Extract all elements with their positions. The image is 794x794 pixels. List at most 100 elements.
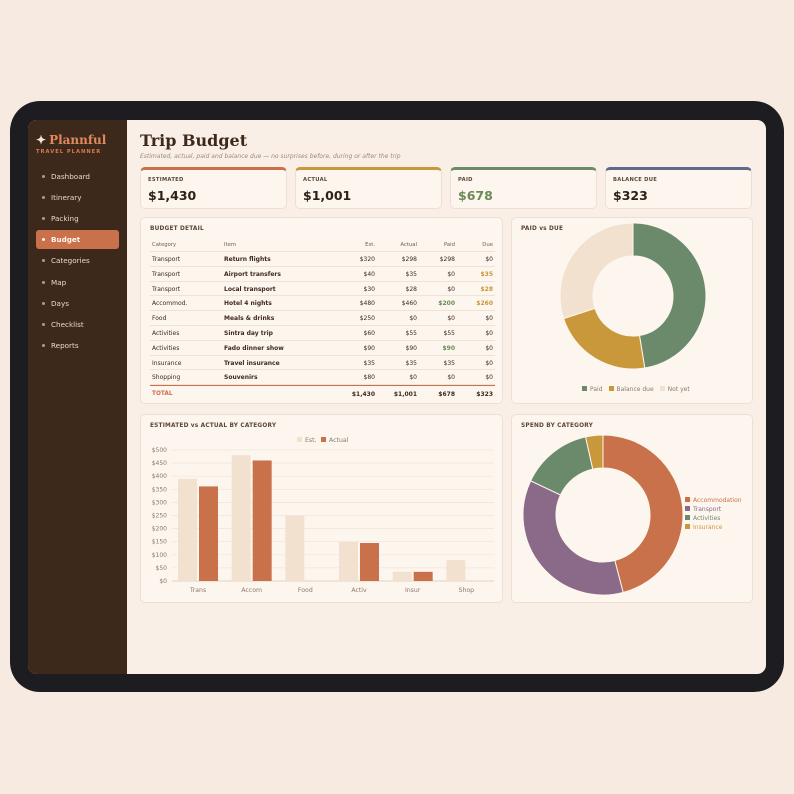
bar-est-trans[interactable]: [178, 478, 197, 581]
total-label: TOTAL: [152, 391, 173, 398]
legend-item: Paid: [582, 386, 603, 393]
table-row[interactable]: Food Meals & drinks $250 $0 $0 $0: [150, 311, 495, 326]
total-est: $1,430: [351, 391, 375, 399]
legend-swatch: [608, 386, 614, 391]
slice-paid[interactable]: [632, 222, 707, 369]
nav-item-categories[interactable]: Categories: [36, 251, 119, 270]
est-vs-actual-card: ESTIMATED vs ACTUAL BY CATEGORY $0 $50 $10…: [140, 414, 503, 603]
nav-item-map[interactable]: Map: [36, 273, 119, 292]
bar-actual-trans[interactable]: [199, 486, 218, 581]
legend-label: Activities: [693, 515, 721, 522]
column-header-due[interactable]: Due: [482, 242, 493, 248]
cell-actual: $28: [405, 285, 417, 293]
cell-est: $30: [363, 285, 375, 293]
legend-item: Balance due: [608, 386, 654, 393]
cell-actual: $460: [401, 300, 417, 308]
cell-category: Shopping: [152, 374, 181, 382]
cell-item: Travel insurance: [224, 359, 280, 367]
column-header-category[interactable]: Category: [152, 242, 176, 248]
kpi-value: $678: [458, 188, 493, 203]
cell-paid: $55: [443, 329, 455, 337]
bar-actual-insur[interactable]: [413, 571, 433, 581]
table-row[interactable]: Activities Fado dinner show $90 $90 $90 $0: [150, 341, 495, 356]
legend-item: Insurance: [685, 524, 742, 533]
total-paid: $678: [438, 391, 455, 399]
cell-paid: $298: [439, 256, 455, 263]
total-due: $323: [476, 391, 493, 399]
cell-due: $35: [480, 270, 493, 278]
legend-item: Not yet: [659, 386, 690, 393]
nav-item-dashboard[interactable]: Dashboard: [36, 167, 119, 186]
paid-vs-due-legend: Paid Balance due Not yet: [582, 386, 696, 393]
est-vs-actual-chart: $0 $50 $100 $150 $200 $250 $300 $350 $400 $450 $50…: [152, 437, 494, 594]
cell-actual: $55: [405, 329, 417, 337]
spend-by-category-card: SPEND BY CATEGORY Accommodation Transport…: [511, 414, 753, 603]
table-row[interactable]: Shopping Souvenirs $80 $0 $0 $0: [150, 370, 495, 386]
kpi-label: ESTIMATED: [148, 177, 184, 183]
slice-transport[interactable]: [522, 480, 624, 596]
bar-est-food[interactable]: [285, 515, 305, 582]
cell-item: Airport transfers: [224, 270, 281, 278]
kpi-label: ACTUAL: [303, 177, 328, 183]
app-screen: ✦ Plannful TRAVEL PLANNER Dashboard Itiner…: [28, 120, 766, 674]
cell-est: $40: [363, 270, 375, 278]
column-header-item[interactable]: Item: [224, 242, 236, 248]
kpi-value: $323: [613, 188, 648, 203]
cell-est: $35: [363, 359, 375, 367]
bar-est-shop[interactable]: [446, 560, 466, 581]
bar-est-insur[interactable]: [392, 571, 412, 581]
x-tick-label: Insur: [405, 587, 421, 594]
nav-item-reports[interactable]: Reports: [36, 336, 119, 355]
cell-est: $90: [363, 344, 375, 352]
table-row[interactable]: Activities Sintra day trip $60 $55 $55 $0: [150, 326, 495, 341]
bar-actual-accom[interactable]: [252, 460, 272, 581]
table-row[interactable]: Accommod. Hotel 4 nights $480 $460 $200 $260: [150, 296, 495, 312]
slice-not-yet[interactable]: [559, 222, 634, 320]
cell-category: Insurance: [152, 359, 182, 367]
main-content: Trip Budget Estimated, actual, paid and …: [127, 120, 766, 674]
brand-logo[interactable]: ✦ Plannful: [36, 133, 106, 147]
cell-item: Fado dinner show: [224, 344, 284, 352]
column-header-actual[interactable]: Actual: [400, 242, 417, 248]
bar-actual-activ[interactable]: [360, 543, 379, 581]
bar-est-accom[interactable]: [231, 455, 251, 581]
cell-est: $320: [359, 256, 375, 263]
nav-item-packing[interactable]: Packing: [36, 209, 119, 228]
cell-paid: $0: [447, 270, 455, 278]
cell-category: Food: [152, 315, 167, 323]
cell-actual: $0: [409, 374, 417, 382]
app-tagline: TRAVEL PLANNER: [36, 149, 102, 155]
table-row[interactable]: Transport Local transport $30 $28 $0 $28: [150, 282, 495, 297]
cell-category: Activities: [152, 329, 180, 337]
cell-item: Souvenirs: [224, 374, 258, 382]
table-total-row: TOTAL $1,430 $1,001 $678 $323: [150, 385, 495, 401]
table-row[interactable]: Transport Return flights $320 $298 $298 $0: [150, 252, 495, 267]
cell-paid: $200: [438, 300, 455, 308]
cell-due: $0: [485, 374, 493, 382]
cell-paid: $0: [447, 315, 455, 323]
nav-item-days[interactable]: Days: [36, 294, 119, 313]
nav-item-budget[interactable]: Budget: [36, 230, 119, 250]
legend-swatch: [297, 437, 302, 442]
cell-paid: $0: [447, 285, 455, 293]
kpi-label: PAID: [458, 177, 473, 183]
y-tick-label: $100: [152, 552, 167, 559]
sparkle-icon: ✦: [36, 133, 47, 147]
cell-item: Local transport: [224, 285, 276, 293]
y-tick-label: $450: [152, 460, 167, 467]
cell-paid: $90: [442, 344, 455, 352]
slice-balance-due[interactable]: [562, 307, 646, 370]
table-row[interactable]: Transport Airport transfers $40 $35 $0 $35: [150, 267, 495, 282]
cell-due: $28: [480, 285, 493, 293]
table-row[interactable]: Insurance Travel insurance $35 $35 $35 $0: [150, 356, 495, 371]
column-header-est[interactable]: Est.: [365, 242, 375, 248]
column-header-paid[interactable]: Paid: [444, 242, 455, 248]
bar-est-activ[interactable]: [339, 541, 358, 581]
cell-paid: $0: [447, 374, 455, 382]
cell-category: Transport: [152, 270, 181, 278]
cell-item: Sintra day trip: [224, 329, 273, 337]
kpi-label: BALANCE DUE: [613, 177, 658, 183]
nav-item-itinerary[interactable]: Itinerary: [36, 188, 119, 207]
nav-item-checklist[interactable]: Checklist: [36, 315, 119, 334]
y-tick-label: $400: [152, 473, 167, 480]
